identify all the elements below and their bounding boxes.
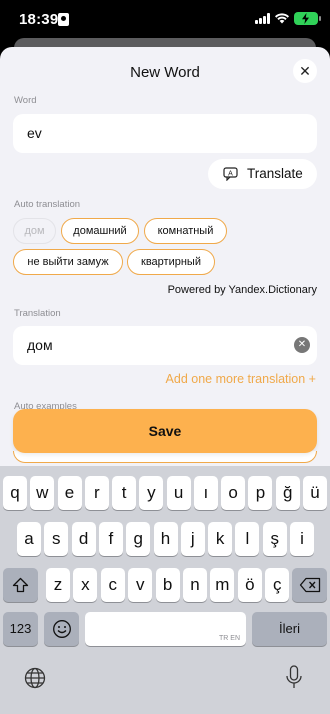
translation-chip[interactable]: домашний <box>61 218 139 244</box>
key-m[interactable]: m <box>210 568 235 602</box>
key-ş[interactable]: ş <box>262 522 287 556</box>
key-q[interactable]: q <box>3 476 27 510</box>
key-ğ[interactable]: ğ <box>275 476 300 510</box>
emoji-key[interactable] <box>44 612 79 646</box>
key-j[interactable]: j <box>180 522 205 556</box>
charging-bolt-icon <box>302 13 309 24</box>
translation-label: Translation <box>14 308 61 319</box>
cellular-signal-icon <box>255 13 271 24</box>
key-v[interactable]: v <box>128 568 153 602</box>
translate-button-label: Translate <box>247 166 303 181</box>
translate-icon: A <box>223 167 238 181</box>
key-a[interactable]: a <box>17 522 41 556</box>
key-i[interactable]: i <box>290 522 314 556</box>
close-button[interactable]: ✕ <box>293 59 317 83</box>
key-ı[interactable]: ı <box>193 476 218 510</box>
key-b[interactable]: b <box>155 568 180 602</box>
word-field[interactable]: ev <box>13 114 317 153</box>
key-ç[interactable]: ç <box>265 568 290 602</box>
key-z[interactable]: z <box>46 568 70 602</box>
key-k[interactable]: k <box>208 522 233 556</box>
key-g[interactable]: g <box>126 522 151 556</box>
space-key[interactable]: TR EN <box>85 612 246 646</box>
key-l[interactable]: l <box>235 522 260 556</box>
translation-chip-selected[interactable]: дом <box>13 218 56 244</box>
wifi-icon <box>275 13 289 24</box>
key-s[interactable]: s <box>44 522 69 556</box>
key-n[interactable]: n <box>183 568 207 602</box>
keyboard-language-hint: TR EN <box>219 635 240 642</box>
translation-chip[interactable]: квартирный <box>127 249 215 275</box>
battery-icon <box>294 12 321 25</box>
translation-field-value: дом <box>27 337 53 353</box>
translation-chip[interactable]: комнатный <box>144 218 227 244</box>
sheet-title: New Word <box>130 64 200 81</box>
return-key[interactable]: İleri <box>252 612 327 646</box>
word-label: Word <box>14 95 37 106</box>
key-r[interactable]: r <box>84 476 109 510</box>
key-ö[interactable]: ö <box>237 568 262 602</box>
key-h[interactable]: h <box>153 522 178 556</box>
shift-key[interactable] <box>3 568 38 602</box>
add-translation-link[interactable]: Add one more translation + <box>166 372 316 386</box>
key-w[interactable]: w <box>30 476 55 510</box>
shift-icon <box>12 577 29 593</box>
powered-by-text: Powered by Yandex.Dictionary <box>167 284 317 296</box>
key-u[interactable]: u <box>166 476 191 510</box>
save-button[interactable]: Save <box>13 409 317 453</box>
key-d[interactable]: d <box>71 522 96 556</box>
backspace-key[interactable] <box>292 568 327 602</box>
key-o[interactable]: o <box>221 476 246 510</box>
key-f[interactable]: f <box>98 522 123 556</box>
key-e[interactable]: e <box>57 476 82 510</box>
backspace-icon <box>299 577 320 593</box>
translation-chip[interactable]: не выйти замуж <box>13 249 123 275</box>
emoji-icon <box>52 620 71 638</box>
globe-icon[interactable] <box>24 667 46 689</box>
key-t[interactable]: t <box>112 476 137 510</box>
svg-text:A: A <box>228 170 233 177</box>
keyboard: qwertyuıopğü asdfghjklşi zxcvbnmöç 123 T <box>0 466 330 714</box>
numbers-key[interactable]: 123 <box>3 612 38 646</box>
auto-translation-label: Auto translation <box>14 199 81 210</box>
microphone-icon[interactable] <box>285 665 303 691</box>
close-icon: ✕ <box>299 63 311 79</box>
orientation-lock-icon <box>58 13 69 26</box>
status-time: 18:39 <box>19 11 59 28</box>
translate-button[interactable]: A Translate <box>208 159 317 189</box>
key-y[interactable]: y <box>139 476 164 510</box>
translation-field[interactable]: дом ✕ <box>13 326 317 365</box>
clear-icon[interactable]: ✕ <box>294 337 310 353</box>
phone-screen: 18:39 New Word ✕ Word ev A Translate Aut… <box>0 0 330 714</box>
word-field-value: ev <box>27 125 42 141</box>
key-c[interactable]: c <box>100 568 125 602</box>
key-x[interactable]: x <box>73 568 98 602</box>
key-ü[interactable]: ü <box>302 476 327 510</box>
status-bar: 18:39 <box>0 0 330 40</box>
key-p[interactable]: p <box>248 476 273 510</box>
